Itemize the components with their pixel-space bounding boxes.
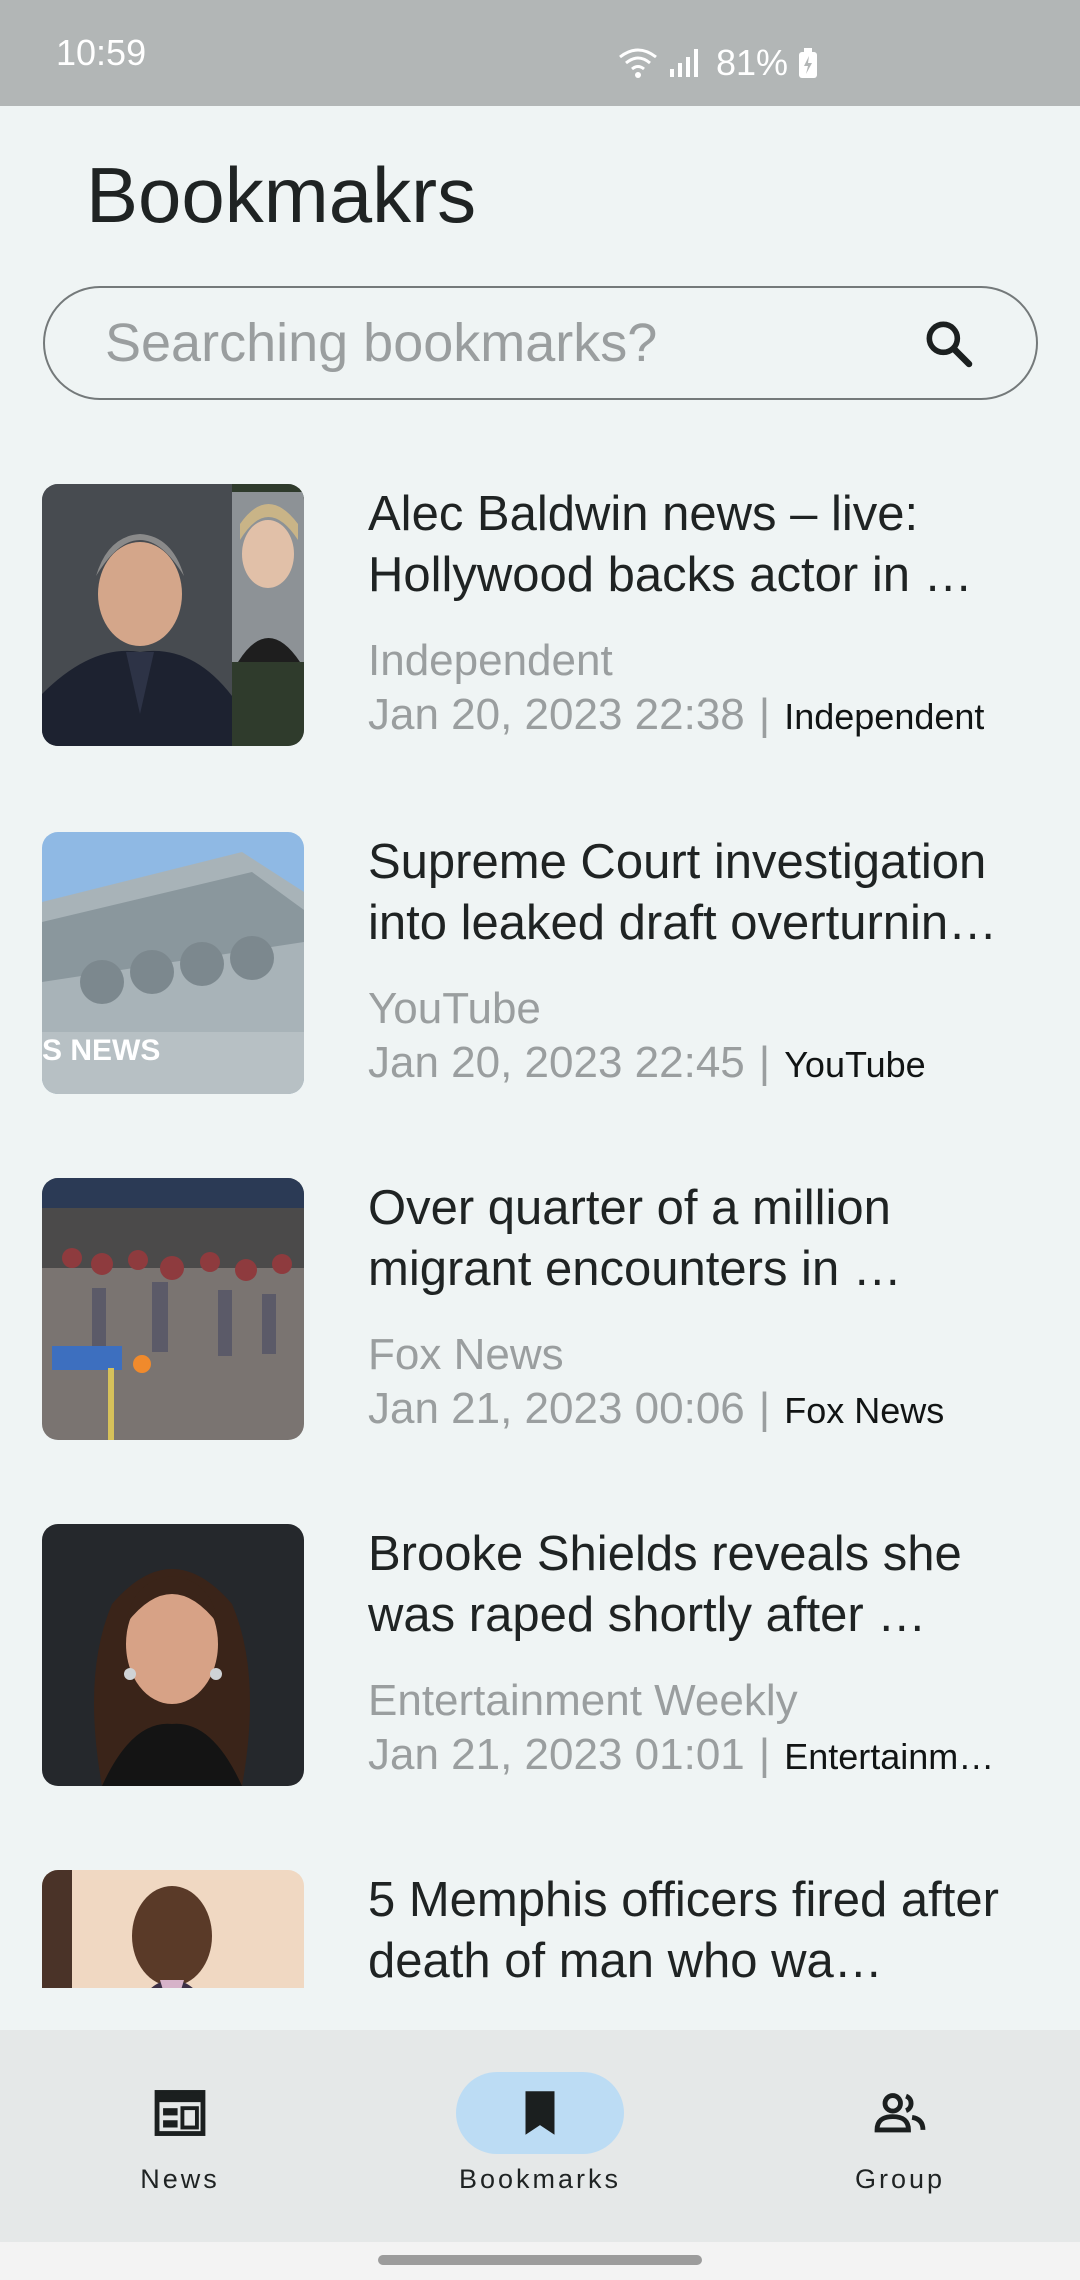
bookmark-title[interactable]: Supreme Court investigation into leaked … xyxy=(368,832,1028,954)
bottom-nav: News Bookmarks Group xyxy=(0,2030,1080,2242)
bookmark-title[interactable]: Alec Baldwin news – live: Hollywood back… xyxy=(368,484,1028,606)
meta-separator: | xyxy=(758,1730,771,1779)
thumb-caption: S NEWS xyxy=(42,1034,160,1067)
status-bar: 10:59 81% xyxy=(0,0,1080,106)
bookmark-publisher: Fox News xyxy=(784,1390,945,1431)
bookmark-thumbnail[interactable] xyxy=(42,1870,304,1988)
bookmark-date: Jan 20, 2023 22:45 xyxy=(368,1038,745,1087)
meta-separator: | xyxy=(758,1038,771,1087)
nav-pill[interactable] xyxy=(816,2072,984,2154)
nav-item-news[interactable]: News xyxy=(0,2030,360,2242)
nav-item-group[interactable]: Group xyxy=(720,2030,1080,2242)
portrait-man-smile-image xyxy=(42,1870,304,1988)
bookmark-meta: Jan 21, 2023 00:06 | Fox News xyxy=(368,1384,1048,1434)
portrait-man-suit-image xyxy=(42,484,304,746)
bookmark-icon xyxy=(525,2091,555,2135)
gesture-handle[interactable] xyxy=(378,2255,702,2265)
battery-percent: 81% xyxy=(716,42,789,83)
nav-pill[interactable] xyxy=(96,2072,264,2154)
bookmark-title[interactable]: 5 Memphis officers fired after death of … xyxy=(368,1870,1028,1988)
signal-icon xyxy=(670,49,698,77)
bookmark-item[interactable]: Brooke Shields reveals she was raped sho… xyxy=(0,1524,1080,1786)
nav-pill-active[interactable] xyxy=(456,2072,624,2154)
newspaper-icon xyxy=(154,2090,206,2136)
crowd-night-image xyxy=(42,1178,304,1440)
bookmark-thumbnail[interactable] xyxy=(42,1178,304,1440)
bookmark-source: Entertainment Weekly xyxy=(368,1676,798,1725)
bookmark-meta: Jan 20, 2023 22:38 | Independent xyxy=(368,690,1048,740)
meta-separator: | xyxy=(758,1384,771,1433)
nav-label-bookmarks[interactable]: Bookmarks xyxy=(459,2164,621,2195)
court-facade-image: S NEWS xyxy=(42,832,304,1094)
bookmark-item[interactable]: Alec Baldwin news – live: Hollywood back… xyxy=(0,484,1080,746)
bookmark-publisher: Independent xyxy=(784,696,985,737)
bookmark-publisher: Entertainme… xyxy=(784,1736,1013,1777)
bookmark-item[interactable]: S NEWS Supreme Court investigation into … xyxy=(0,832,1080,1094)
wifi-icon xyxy=(619,48,657,78)
bookmark-title[interactable]: Over quarter of a million migrant encoun… xyxy=(368,1178,1028,1300)
bookmark-item[interactable]: Over quarter of a million migrant encoun… xyxy=(0,1178,1080,1440)
search-icon[interactable] xyxy=(920,315,976,371)
group-icon xyxy=(874,2093,926,2133)
page-title: Bookmakrs xyxy=(86,151,477,239)
bookmark-item[interactable]: 5 Memphis officers fired after death of … xyxy=(0,1870,1080,1988)
bookmark-thumbnail[interactable] xyxy=(42,484,304,746)
bookmark-source: Fox News xyxy=(368,1330,564,1379)
bookmark-publisher: YouTube xyxy=(784,1044,926,1085)
nav-item-bookmarks[interactable]: Bookmarks xyxy=(360,2030,720,2242)
bookmark-source: YouTube xyxy=(368,984,541,1033)
search-input[interactable] xyxy=(105,312,920,374)
bookmark-meta: Jan 20, 2023 22:45 | YouTube xyxy=(368,1038,1048,1088)
bookmark-title[interactable]: Brooke Shields reveals she was raped sho… xyxy=(368,1524,1028,1646)
meta-separator: | xyxy=(758,690,771,739)
bookmark-date: Jan 21, 2023 01:01 xyxy=(368,1730,745,1779)
bookmark-list[interactable]: Alec Baldwin news – live: Hollywood back… xyxy=(0,484,1080,1988)
bookmark-source: Independent xyxy=(368,636,613,685)
status-icons: 81% xyxy=(618,42,818,84)
bookmark-date: Jan 21, 2023 00:06 xyxy=(368,1384,745,1433)
nav-label-group[interactable]: Group xyxy=(855,2164,945,2195)
search-bar[interactable] xyxy=(43,286,1038,400)
status-time: 10:59 xyxy=(56,32,147,73)
bookmark-date: Jan 20, 2023 22:38 xyxy=(368,690,745,739)
bookmark-meta: Jan 21, 2023 01:01 | Entertainme… xyxy=(368,1730,1048,1780)
bookmark-thumbnail[interactable]: S NEWS xyxy=(42,832,304,1094)
bookmark-thumbnail[interactable] xyxy=(42,1524,304,1786)
portrait-woman-image xyxy=(42,1524,304,1786)
nav-label-news[interactable]: News xyxy=(140,2164,220,2195)
battery-charging-icon xyxy=(799,48,818,78)
